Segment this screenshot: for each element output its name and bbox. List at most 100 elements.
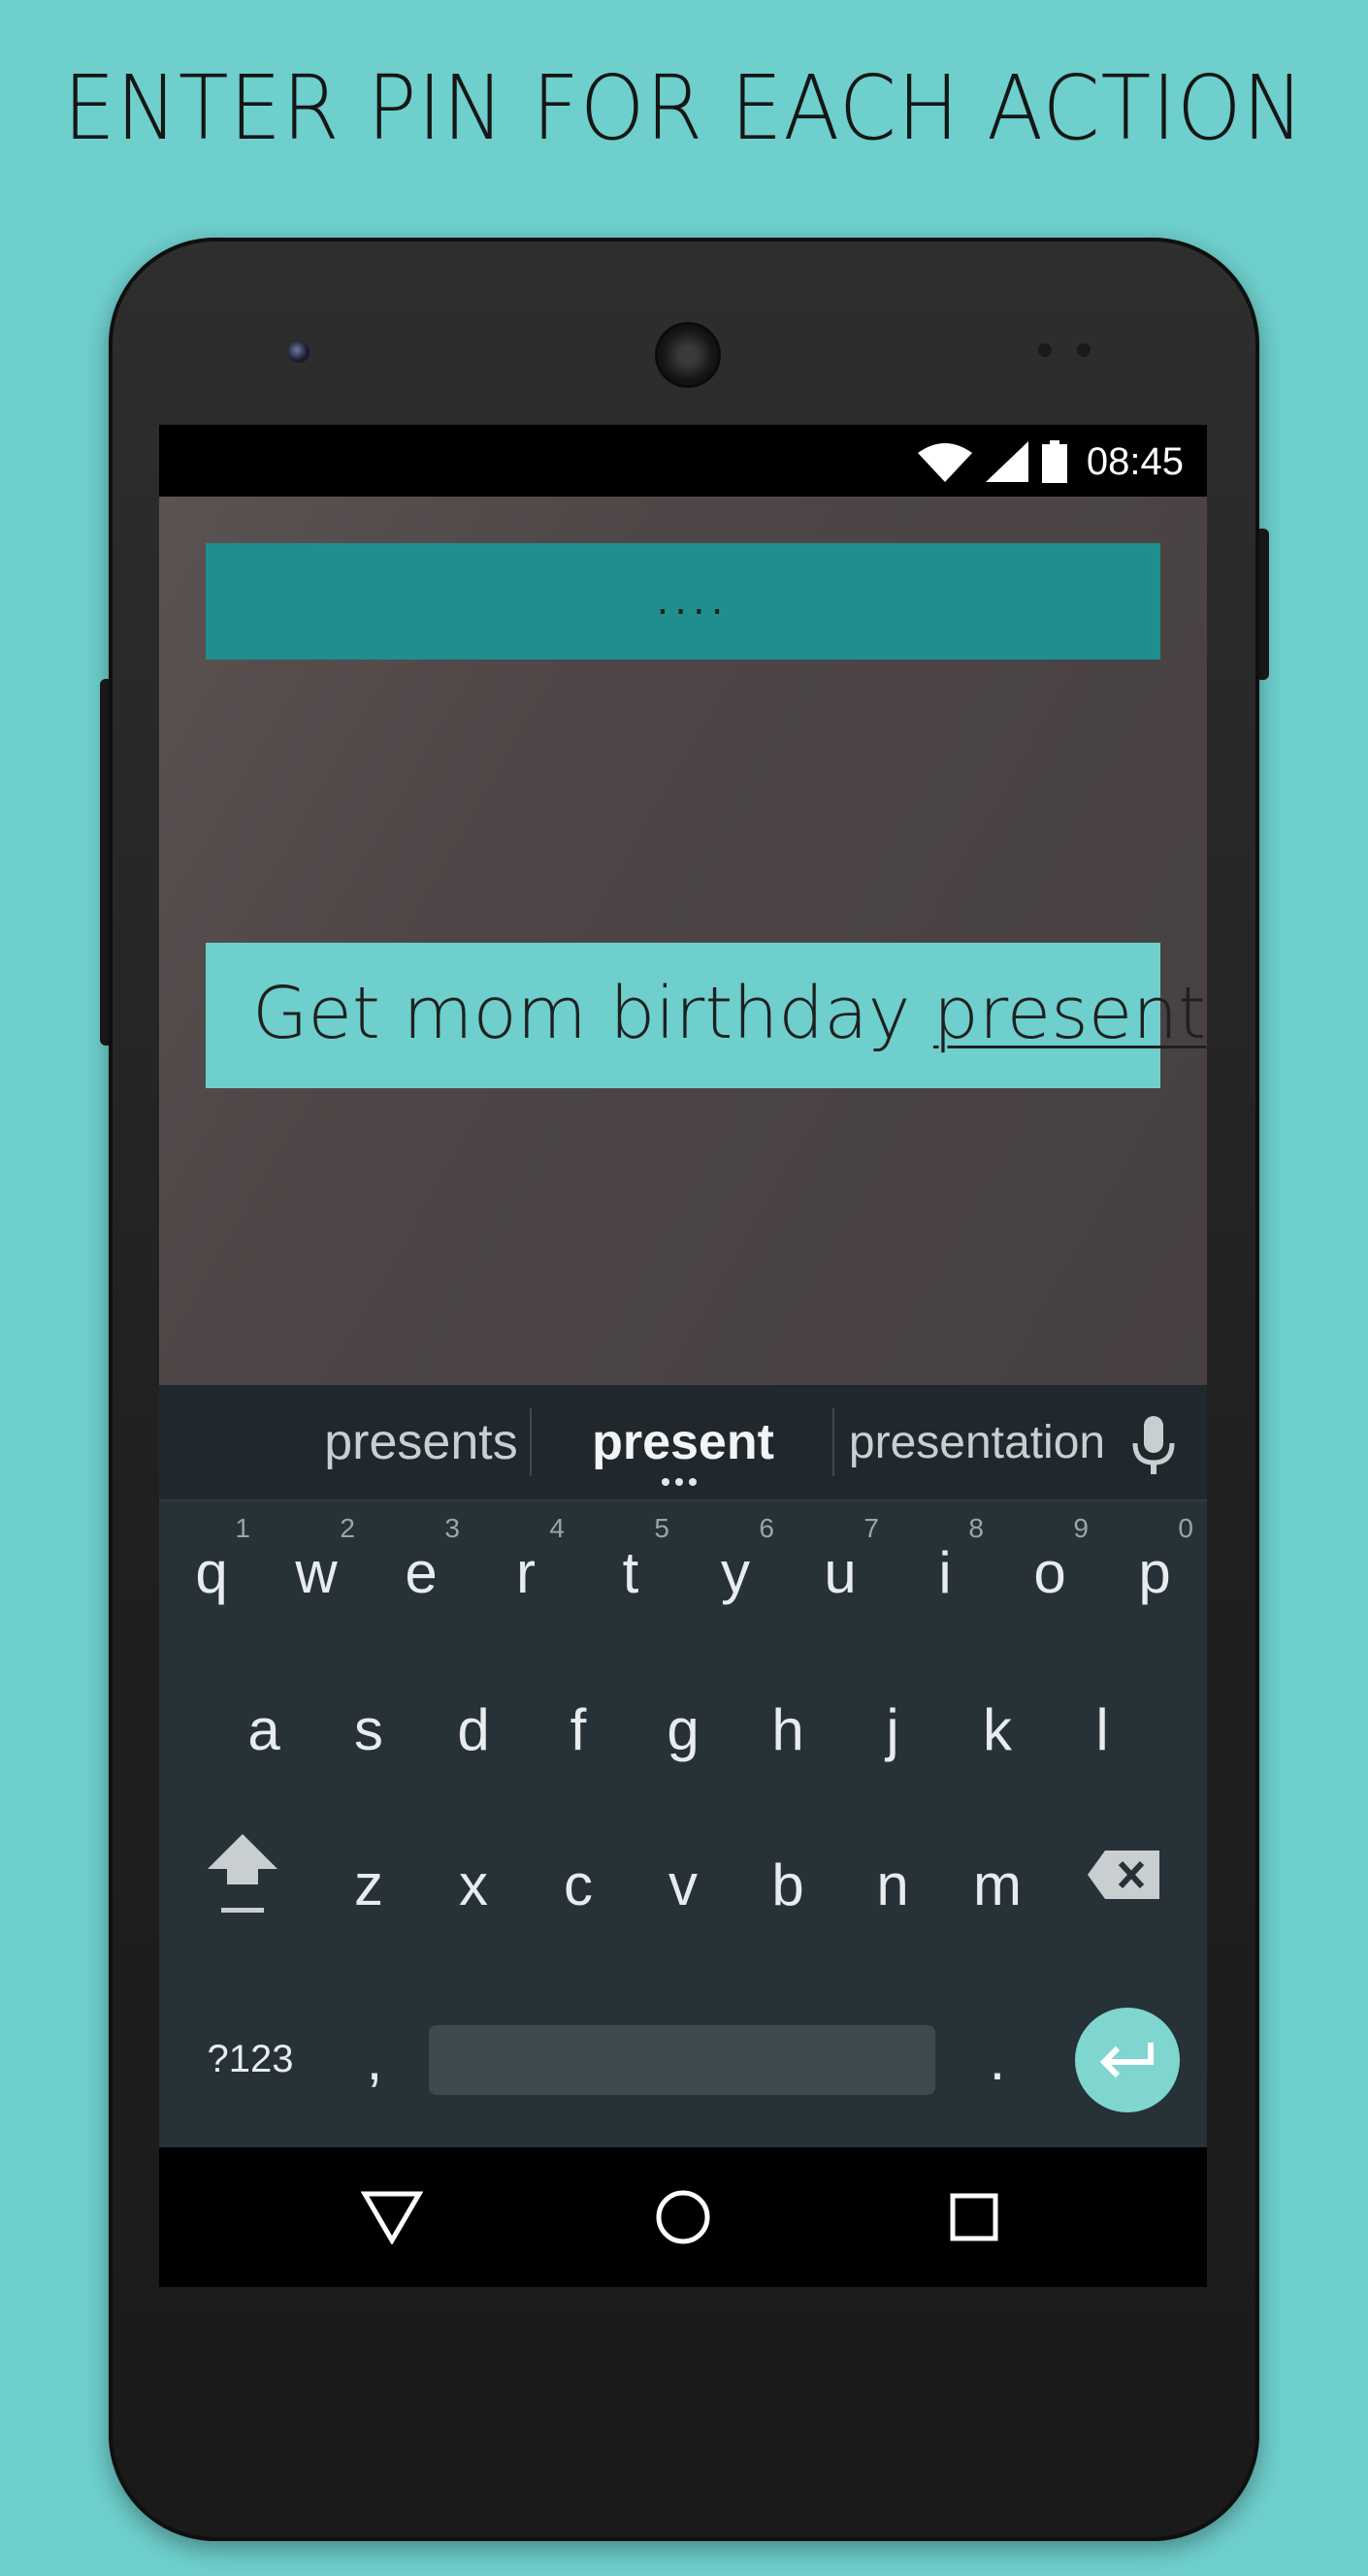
key-n[interactable]: n — [840, 1812, 945, 1957]
headline: ENTER PIN FOR EACH ACTION — [63, 56, 1305, 160]
key-hint: 3 — [444, 1513, 460, 1543]
microphone-icon[interactable] — [1129, 1414, 1178, 1476]
key-label: x — [459, 1852, 488, 1917]
task-text-prefix: Get mom birthday — [252, 972, 933, 1056]
wifi-icon — [917, 443, 972, 482]
key-label: e — [405, 1539, 438, 1605]
key-hint: 8 — [968, 1513, 984, 1543]
key-w[interactable]: w2 — [264, 1499, 369, 1645]
key-label: c — [564, 1852, 593, 1917]
soft-keyboard: presents present presentation q1w2e3r4t5… — [159, 1385, 1207, 2147]
key-label: i — [938, 1539, 952, 1605]
status-bar: 08:45 — [159, 425, 1207, 497]
key-label: f — [570, 1696, 587, 1762]
proximity-sensor — [1038, 343, 1052, 357]
key-label: t — [622, 1539, 639, 1605]
key-d[interactable]: d — [421, 1657, 526, 1802]
earpiece-speaker — [655, 322, 721, 388]
key-x[interactable]: x — [421, 1812, 526, 1957]
symbols-key[interactable]: ?123 — [182, 1986, 318, 2132]
pin-masked-value: .... — [656, 579, 730, 624]
key-b[interactable]: b — [735, 1812, 840, 1957]
suggestion-strip: presents present presentation — [159, 1385, 1207, 1501]
comma-key[interactable]: , — [322, 1986, 427, 2132]
key-label: r — [516, 1539, 536, 1605]
key-c[interactable]: c — [526, 1812, 631, 1957]
key-label: a — [247, 1696, 280, 1762]
key-r[interactable]: r4 — [473, 1499, 578, 1645]
key-l[interactable]: l — [1050, 1657, 1155, 1802]
shift-icon — [208, 1834, 277, 1913]
key-hint: 6 — [759, 1513, 774, 1543]
space-key[interactable] — [429, 2025, 935, 2095]
key-h[interactable]: h — [735, 1657, 840, 1802]
key-label: j — [886, 1696, 899, 1762]
enter-key[interactable] — [1075, 2008, 1180, 2112]
key-label: l — [1095, 1696, 1109, 1762]
phone-screen: 08:45 .... Get mom birthday present pres… — [159, 425, 1207, 2287]
task-text: Get mom birthday present — [252, 972, 1207, 1059]
key-label: d — [457, 1696, 490, 1762]
key-label: n — [876, 1852, 909, 1917]
key-hint: 1 — [235, 1513, 250, 1543]
key-q[interactable]: q1 — [159, 1499, 264, 1645]
key-o[interactable]: o9 — [997, 1499, 1102, 1645]
key-f[interactable]: f — [526, 1657, 631, 1802]
key-p[interactable]: p0 — [1102, 1499, 1207, 1645]
key-m[interactable]: m — [945, 1812, 1050, 1957]
key-i[interactable]: i8 — [893, 1499, 997, 1645]
key-label: v — [668, 1852, 698, 1917]
key-hint: 4 — [549, 1513, 565, 1543]
home-button[interactable] — [650, 2184, 716, 2250]
key-label: o — [1033, 1539, 1066, 1605]
battery-icon — [1041, 440, 1067, 483]
key-label: p — [1138, 1539, 1171, 1605]
key-label: k — [983, 1696, 1012, 1762]
key-g[interactable]: g — [631, 1657, 735, 1802]
backspace-key[interactable] — [1071, 1802, 1176, 1948]
suggestion-divider — [530, 1408, 532, 1476]
key-label: b — [771, 1852, 804, 1917]
suggestion-divider — [832, 1408, 834, 1476]
key-e[interactable]: e3 — [369, 1499, 473, 1645]
light-sensor — [1077, 343, 1091, 357]
recents-button[interactable] — [941, 2184, 1007, 2250]
key-a[interactable]: a — [212, 1657, 316, 1802]
key-z[interactable]: z — [316, 1812, 421, 1957]
key-u[interactable]: u7 — [788, 1499, 893, 1645]
key-hint: 7 — [863, 1513, 879, 1543]
shift-key[interactable] — [190, 1802, 295, 1948]
key-label: q — [195, 1539, 228, 1605]
key-v[interactable]: v — [631, 1812, 735, 1957]
back-icon — [361, 2191, 423, 2244]
recents-icon — [950, 2193, 998, 2241]
key-hint: 0 — [1178, 1513, 1193, 1543]
suggestion-right[interactable]: presentation — [849, 1385, 1105, 1499]
key-y[interactable]: y6 — [683, 1499, 788, 1645]
key-hint: 2 — [340, 1513, 355, 1543]
key-j[interactable]: j — [840, 1657, 945, 1802]
app-content: .... Get mom birthday present — [159, 497, 1207, 1385]
key-label: u — [824, 1539, 857, 1605]
key-k[interactable]: k — [945, 1657, 1050, 1802]
pin-input[interactable]: .... — [206, 543, 1160, 660]
key-label: h — [771, 1696, 804, 1762]
period-key[interactable]: . — [945, 1986, 1050, 2132]
key-hint: 9 — [1073, 1513, 1089, 1543]
backspace-icon — [1088, 1851, 1159, 1899]
key-label: z — [354, 1852, 383, 1917]
back-button[interactable] — [359, 2184, 425, 2250]
key-label: w — [295, 1539, 338, 1605]
front-camera — [288, 341, 309, 363]
suggestion-left[interactable]: presents — [295, 1385, 547, 1499]
key-label: m — [973, 1852, 1022, 1917]
key-label: g — [667, 1696, 700, 1762]
composing-word: present — [932, 972, 1207, 1056]
key-label: s — [354, 1696, 383, 1762]
task-input[interactable]: Get mom birthday present — [206, 943, 1206, 1088]
key-s[interactable]: s — [316, 1657, 421, 1802]
cell-signal-icon — [985, 441, 1028, 482]
key-hint: 5 — [654, 1513, 669, 1543]
more-suggestions-icon[interactable] — [662, 1478, 697, 1486]
key-t[interactable]: t5 — [578, 1499, 683, 1645]
